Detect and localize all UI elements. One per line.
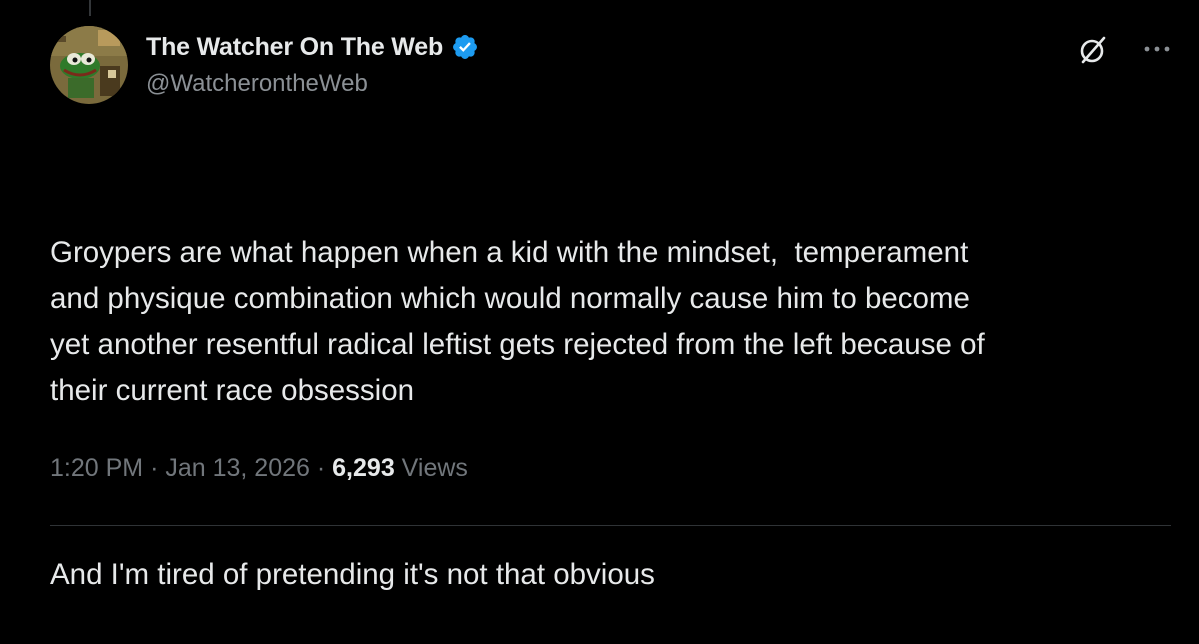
tweet-text: Groypers are what happen when a kid with…: [50, 138, 1180, 644]
tweet-paragraph: And I'm tired of pretending it's not tha…: [50, 558, 655, 591]
more-horizontal-icon[interactable]: [1135, 34, 1179, 64]
author-handle[interactable]: @WatcherontheWeb: [146, 70, 479, 98]
meta-separator: ·: [150, 454, 159, 482]
author-display-name[interactable]: The Watcher On The Web: [146, 33, 443, 62]
author-info: The Watcher On The Web @WatcherontheWeb: [146, 30, 479, 98]
tweet-date[interactable]: Jan 13, 2026: [165, 454, 310, 482]
views-count[interactable]: 6,293: [332, 454, 395, 482]
views-label: Views: [401, 454, 468, 482]
avatar[interactable]: [50, 26, 128, 104]
meta-separator: ·: [316, 454, 326, 482]
name-row: The Watcher On The Web: [146, 30, 479, 64]
thread-connector-line: [89, 0, 91, 16]
tweet-time[interactable]: 1:20 PM: [50, 454, 143, 482]
tweet-metadata: 1:20 PM · Jan 13, 2026 · 6,293 Views: [50, 454, 468, 483]
tweet-header: The Watcher On The Web @WatcherontheWeb: [50, 26, 1179, 106]
frog-avatar-image: [50, 26, 128, 104]
tweet-paragraph: Groypers are what happen when a kid with…: [50, 236, 985, 407]
verified-badge-icon[interactable]: [451, 33, 479, 61]
grok-slash-circle-icon[interactable]: [1077, 34, 1109, 66]
divider: [50, 525, 1171, 526]
